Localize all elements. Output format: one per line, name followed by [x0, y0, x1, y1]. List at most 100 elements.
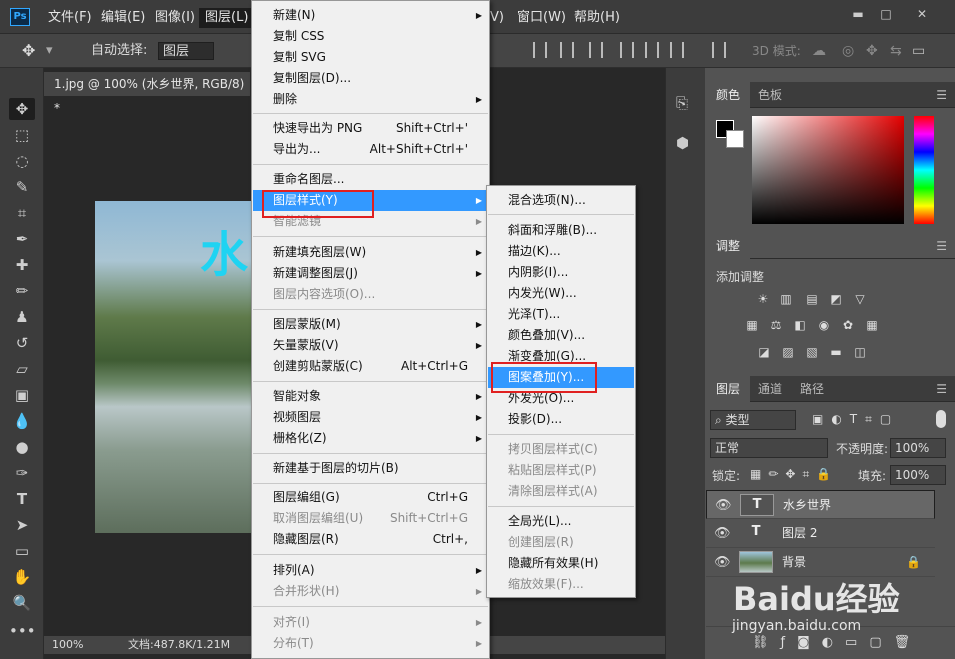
- submenu-item-stroke[interactable]: 描边(K)...: [488, 241, 634, 262]
- layer-name[interactable]: 背景: [782, 548, 806, 577]
- menu-image[interactable]: 图像(I): [149, 8, 201, 28]
- align-right-icon[interactable]: [670, 42, 684, 58]
- submenu-item-copy-layer-style[interactable]: 拷贝图层样式(C): [488, 439, 634, 460]
- healing-brush-tool-icon[interactable]: ✚: [9, 254, 35, 276]
- black-white-icon[interactable]: ◧: [792, 318, 808, 332]
- menu-window[interactable]: 窗口(W): [511, 8, 572, 28]
- menu-layer[interactable]: 图层(L): [199, 8, 255, 28]
- panel-menu-icon[interactable]: ☰: [936, 88, 947, 102]
- submenu-item-clear-layer-style[interactable]: 清除图层样式(A): [488, 481, 634, 502]
- menu-item-new[interactable]: 新建(N) ▶: [253, 5, 488, 26]
- 3d-panel-icon[interactable]: ⬢: [676, 134, 689, 152]
- path-select-tool-icon[interactable]: ➤: [9, 514, 35, 536]
- lasso-tool-icon[interactable]: ◌: [9, 150, 35, 172]
- menu-item-copy-css[interactable]: 复制 CSS: [253, 26, 488, 47]
- dodge-tool-icon[interactable]: ●: [9, 436, 35, 458]
- blend-mode-dropdown[interactable]: 正常: [710, 438, 828, 458]
- invert-icon[interactable]: ◪: [756, 345, 772, 359]
- channel-mixer-icon[interactable]: ✿: [840, 318, 856, 332]
- marquee-tool-icon[interactable]: ⬚: [9, 124, 35, 146]
- layer-row[interactable]: 👁 背景 🔒: [706, 548, 935, 577]
- submenu-item-scale-effects[interactable]: 缩放效果(F)...: [488, 574, 634, 595]
- layer-name[interactable]: 水乡世界: [783, 491, 831, 520]
- align-middle-icon[interactable]: [560, 42, 574, 58]
- submenu-item-global-light[interactable]: 全局光(L)...: [488, 511, 634, 532]
- threshold-icon[interactable]: ▧: [804, 345, 820, 359]
- rectangle-tool-icon[interactable]: ▭: [9, 540, 35, 562]
- layer-filter-dropdown[interactable]: ⌕ 类型: [710, 410, 796, 430]
- layer-row[interactable]: 👁 T 图层 2: [706, 519, 935, 548]
- tab-adjustments[interactable]: 调整: [706, 233, 751, 259]
- brightness-icon[interactable]: ☀: [755, 292, 771, 306]
- zoom-level[interactable]: 100%: [52, 636, 83, 654]
- menu-item-quick-export-png[interactable]: 快速导出为 PNG Shift+Ctrl+': [253, 118, 488, 139]
- layer-action-icons[interactable]: ⛓ƒ◙◐▭▢🗑: [752, 635, 922, 650]
- menu-item-video-layers[interactable]: 视频图层 ▶: [253, 407, 488, 428]
- auto-select-dropdown[interactable]: 图层: [158, 42, 214, 60]
- menu-edit[interactable]: 编辑(E): [95, 8, 151, 28]
- menu-item-arrange[interactable]: 排列(A) ▶: [253, 560, 488, 581]
- photo-filter-icon[interactable]: ◉: [816, 318, 832, 332]
- 3d-roll-icon[interactable]: ◎: [842, 42, 854, 60]
- clone-stamp-tool-icon[interactable]: ♟: [9, 306, 35, 328]
- eraser-tool-icon[interactable]: ▱: [9, 358, 35, 380]
- menu-item-new-layer-based-slice[interactable]: 新建基于图层的切片(B): [253, 458, 488, 479]
- history-panel-icon[interactable]: ⎘: [676, 94, 688, 112]
- align-center-icon[interactable]: [645, 42, 659, 58]
- history-brush-tool-icon[interactable]: ↺: [9, 332, 35, 354]
- menu-item-duplicate-layer[interactable]: 复制图层(D)...: [253, 68, 488, 89]
- selective-color-icon[interactable]: ◫: [852, 345, 868, 359]
- tab-color[interactable]: 颜色: [706, 82, 751, 108]
- panel-menu-icon[interactable]: ☰: [936, 382, 947, 396]
- visibility-eye-icon[interactable]: 👁: [714, 526, 731, 541]
- submenu-item-create-layer[interactable]: 创建图层(R): [488, 532, 634, 553]
- align-top-icon[interactable]: [533, 42, 547, 58]
- menu-item-new-adjustment-layer[interactable]: 新建调整图层(J) ▶: [253, 263, 488, 284]
- menu-item-hide-layers[interactable]: 隐藏图层(R) Ctrl+,: [253, 529, 488, 550]
- gradient-tool-icon[interactable]: ▣: [9, 384, 35, 406]
- 3d-slide-icon[interactable]: ⇆: [890, 42, 902, 60]
- menu-item-layer-mask[interactable]: 图层蒙版(M) ▶: [253, 314, 488, 335]
- menu-file[interactable]: 文件(F): [42, 8, 98, 28]
- color-balance-icon[interactable]: ⚖: [768, 318, 784, 332]
- more-tools-icon[interactable]: •••: [9, 620, 36, 642]
- menu-item-create-clipping-mask[interactable]: 创建剪贴蒙版(C) Alt+Ctrl+G: [253, 356, 488, 377]
- submenu-item-inner-shadow[interactable]: 内阴影(I)...: [488, 262, 634, 283]
- menu-help[interactable]: 帮助(H): [568, 8, 626, 28]
- layer-row-selected[interactable]: 👁 T 水乡世界: [706, 490, 935, 519]
- submenu-item-drop-shadow[interactable]: 投影(D)...: [488, 409, 634, 430]
- background-color-swatch[interactable]: [726, 130, 744, 148]
- chevron-down-icon[interactable]: ▾: [46, 42, 53, 60]
- menu-item-rasterize[interactable]: 栅格化(Z) ▶: [253, 428, 488, 449]
- crop-tool-icon[interactable]: ⌗: [9, 202, 35, 224]
- color-lookup-icon[interactable]: ▦: [864, 318, 880, 332]
- align-bottom-icon[interactable]: [589, 42, 603, 58]
- move-tool-icon[interactable]: ✥: [9, 98, 35, 120]
- menu-item-combine-shapes[interactable]: 合并形状(H) ▶: [253, 581, 488, 602]
- submenu-item-satin[interactable]: 光泽(T)...: [488, 304, 634, 325]
- 3d-orbit-icon[interactable]: ☁: [812, 42, 826, 60]
- maximize-button[interactable]: □: [874, 5, 898, 23]
- workspace-icon[interactable]: ▭: [912, 42, 925, 60]
- visibility-eye-icon[interactable]: 👁: [714, 555, 731, 570]
- vibrance-icon[interactable]: ▽: [852, 292, 868, 306]
- menu-item-distribute[interactable]: 分布(T) ▶: [253, 633, 488, 654]
- menu-item-rename-layer[interactable]: 重命名图层...: [253, 169, 488, 190]
- menu-item-copy-svg[interactable]: 复制 SVG: [253, 47, 488, 68]
- tab-paths[interactable]: 路径: [790, 376, 834, 402]
- submenu-item-paste-layer-style[interactable]: 粘贴图层样式(P): [488, 460, 634, 481]
- filter-toggle[interactable]: [936, 410, 946, 428]
- close-window-button[interactable]: ✕: [910, 5, 934, 23]
- minimize-button[interactable]: ▬: [846, 5, 870, 23]
- type-tool-icon[interactable]: T: [9, 488, 35, 510]
- submenu-item-hide-all-effects[interactable]: 隐藏所有效果(H): [488, 553, 634, 574]
- eyedropper-tool-icon[interactable]: ✒: [9, 228, 35, 250]
- blur-tool-icon[interactable]: 💧: [9, 410, 35, 432]
- document-tab[interactable]: 1.jpg @ 100% (水乡世界, RGB/8) *: [44, 72, 250, 115]
- menu-item-new-fill-layer[interactable]: 新建填充图层(W) ▶: [253, 242, 488, 263]
- menu-item-export-as[interactable]: 导出为... Alt+Shift+Ctrl+': [253, 139, 488, 160]
- menu-item-smart-objects[interactable]: 智能对象 ▶: [253, 386, 488, 407]
- brush-tool-icon[interactable]: ✏: [9, 280, 35, 302]
- menu-item-layer-content-options[interactable]: 图层内容选项(O)...: [253, 284, 488, 305]
- fill-input[interactable]: 100%: [890, 465, 946, 485]
